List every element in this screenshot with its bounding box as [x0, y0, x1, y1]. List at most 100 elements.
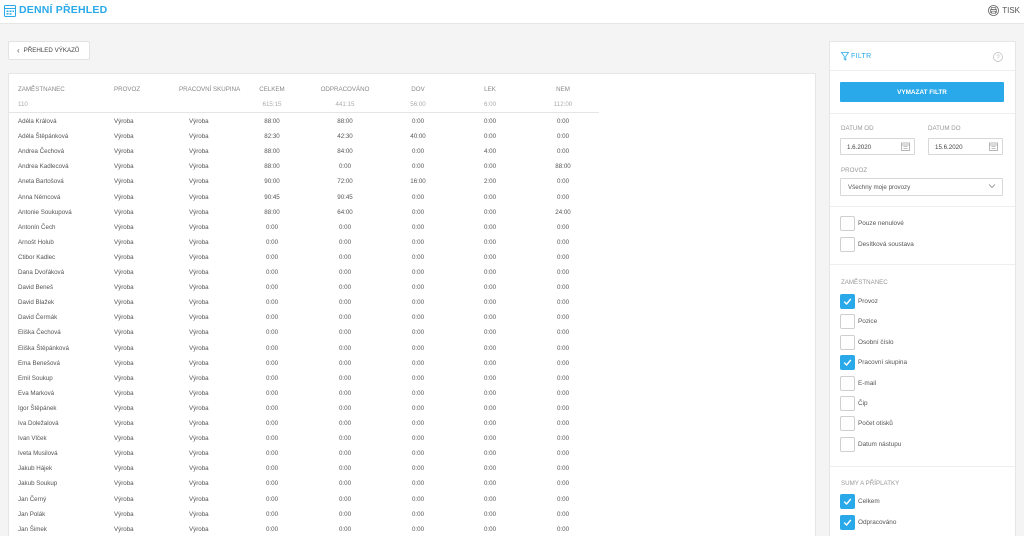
checkbox[interactable] [840, 416, 855, 432]
cell-work-group: Výroba [189, 253, 209, 261]
table-row[interactable]: Ema Benešová Výroba Výroba 0:00 0:00 0:00 0:00… [9, 356, 609, 371]
cell-lek: 0:00 [483, 133, 497, 141]
date-to-input[interactable]: 15.6.2020 [928, 138, 1003, 155]
cell-lek: 0:00 [483, 495, 497, 503]
print-button[interactable]: TISK [988, 3, 1020, 17]
checkbox-label[interactable]: Osobní číslo [858, 339, 894, 346]
table-row[interactable]: Adéla Štěpánková Výroba Výroba 82:30 42:30 40… [9, 129, 609, 144]
checkbox-label[interactable]: Čip [858, 400, 868, 407]
calendar-icon[interactable] [989, 142, 998, 151]
checkbox-label[interactable]: E-mail [858, 380, 876, 387]
table-row[interactable]: Igor Štěpánek Výroba Výroba 0:00 0:00 0:00 0:0… [9, 401, 609, 416]
cell-employee: David Blažek [18, 299, 55, 307]
table-row[interactable]: Eliška Čechová Výroba Výroba 0:00 0:00 0:00 0:… [9, 325, 609, 340]
checkbox[interactable] [840, 294, 855, 309]
checkbox[interactable] [840, 216, 855, 231]
cell-worked: 0:00 [338, 163, 352, 171]
help-icon[interactable]: ? [993, 52, 1003, 62]
checkbox-label[interactable]: Celkem [858, 498, 880, 505]
table-row[interactable]: Anna Němcová Výroba Výroba 90:45 90:45 0:00 0:… [9, 190, 609, 205]
cell-employee: Igor Štěpánek [18, 404, 57, 412]
checkbox-label[interactable]: Provoz [858, 298, 878, 305]
cell-dov: 0:00 [411, 435, 425, 443]
table-row[interactable]: David Beneš Výroba Výroba 0:00 0:00 0:00 0:00 0… [9, 280, 609, 295]
table-row[interactable]: Iveta Musilová Výroba Výroba 0:00 0:00 0:00 0:… [9, 446, 609, 461]
checkbox-label[interactable]: Odpracováno [858, 519, 896, 526]
checkbox-label[interactable]: Pouze nenulové [858, 220, 904, 227]
table-row[interactable]: Dana Dvořáková Výroba Výroba 0:00 0:00 0:00 0:… [9, 265, 609, 280]
table-row[interactable]: Eliška Štěpánková Výroba Výroba 0:00 0:00 0:0… [9, 341, 609, 356]
table-row[interactable]: Ivan Vlček Výroba Výroba 0:00 0:00 0:00 0:00 0:… [9, 431, 609, 446]
table-row[interactable]: Aneta Bartošová Výroba Výroba 90:00 72:00 16:… [9, 174, 609, 189]
date-to-label: DATUM DO [928, 125, 961, 132]
checkbox-label[interactable]: Pozice [858, 318, 877, 325]
cell-worked: 0:00 [338, 495, 352, 503]
cell-work-group: Výroba [189, 420, 209, 427]
column-header-lek[interactable]: LEK [472, 86, 508, 93]
cell-work-group: Výroba [189, 374, 209, 382]
checkbox[interactable] [840, 494, 855, 509]
cell-total: 0:00 [265, 253, 279, 261]
checkbox[interactable] [840, 355, 855, 371]
checkbox[interactable] [840, 334, 855, 350]
cell-lek: 0:00 [483, 450, 497, 458]
checkbox[interactable] [840, 514, 855, 530]
table-row[interactable]: Iva Doležalová Výroba Výroba 0:00 0:00 0:00 0:… [9, 416, 609, 431]
cell-lek: 0:00 [483, 193, 497, 201]
provoz-select[interactable]: Všechny moje provozy [840, 178, 1003, 196]
table-row[interactable]: Jan Šimek Výroba Výroba 0:00 0:00 0:00 0:00 0:0… [9, 522, 609, 536]
cell-employee: David Čermák [18, 314, 58, 322]
cell-worked: 0:00 [338, 223, 352, 231]
checkbox-label[interactable]: Pracovní skupina [858, 359, 907, 366]
checkbox-label[interactable]: Počet otisků [858, 420, 893, 427]
column-header-provoz[interactable]: PROVOZ [114, 86, 140, 93]
table-row[interactable]: Antonín Čech Výroba Výroba 0:00 0:00 0:00 0:00… [9, 220, 609, 235]
cell-employee: Jakub Hájek [18, 465, 53, 473]
cell-dov: 0:00 [411, 314, 425, 322]
table-row[interactable]: Andrea Kadlecová Výroba Výroba 88:00 0:00 0:0… [9, 159, 609, 174]
table-row[interactable]: Antonie Soukupová Výroba Výroba 88:00 64:00 0… [9, 205, 609, 220]
checkbox-label[interactable]: Datum nástupu [858, 441, 901, 448]
checkbox[interactable] [840, 236, 855, 252]
table-row[interactable]: Ctibor Kadlec Výroba Výroba 0:00 0:00 0:00 0:0… [9, 250, 609, 265]
column-header-dov[interactable]: DOV [400, 86, 436, 93]
clear-filter-button[interactable]: VYMAZAT FILTR [840, 82, 1004, 102]
cell-employee: David Beneš [18, 284, 54, 292]
provoz-label: PROVOZ [841, 167, 868, 174]
table-row[interactable]: Eva Marková Výroba Výroba 0:00 0:00 0:00 0:00 0… [9, 386, 609, 401]
calendar-icon[interactable] [901, 142, 910, 151]
table-row[interactable]: Adéla Králová Výroba Výroba 88:00 88:00 0:00 0… [9, 114, 609, 129]
table-row[interactable]: Jakub Hájek Výroba Výroba 0:00 0:00 0:00 0:00 0… [9, 461, 609, 476]
checkmark-icon [843, 498, 852, 506]
column-header-employee[interactable]: ZAMĚSTNANEC [18, 86, 65, 93]
cell-nem: 0:00 [556, 238, 570, 246]
date-from-input[interactable]: 1.6.2020 [840, 138, 915, 155]
cell-work-group: Výroba [189, 465, 209, 473]
table-row[interactable]: Jan Polák Výroba Výroba 0:00 0:00 0:00 0:00 0:0… [9, 507, 609, 522]
column-header-nem[interactable]: NEM [545, 86, 581, 93]
checkbox[interactable] [840, 396, 855, 411]
cell-worked: 0:00 [338, 389, 352, 397]
column-header-work-group[interactable]: PRACOVNÍ SKUPINA [179, 86, 240, 93]
column-header-total[interactable]: CELKEM [250, 86, 294, 93]
table-row[interactable]: Jan Černý Výroba Výroba 0:00 0:00 0:00 0:00 0:0… [9, 492, 609, 507]
table-row[interactable]: Jakub Soukup Výroba Výroba 0:00 0:00 0:00 0:00… [9, 476, 609, 491]
table-row[interactable]: David Blažek Výroba Výroba 0:00 0:00 0:00 0:00… [9, 295, 609, 310]
cell-nem: 0:00 [556, 450, 570, 458]
cell-employee: Anna Němcová [18, 193, 61, 201]
table-row[interactable]: David Čermák Výroba Výroba 0:00 0:00 0:00 0:00… [9, 310, 609, 325]
cell-provoz: Výroba [114, 344, 134, 352]
checkbox[interactable] [840, 436, 855, 452]
cell-work-group: Výroba [189, 525, 209, 533]
cell-total: 0:00 [265, 238, 279, 246]
checkbox[interactable] [840, 375, 855, 391]
table-row[interactable]: Andrea Čechová Výroba Výroba 88:00 84:00 0:00… [9, 144, 609, 159]
table-row[interactable]: Emil Soukup Výroba Výroba 0:00 0:00 0:00 0:00 0… [9, 371, 609, 386]
table-row[interactable]: Arnošt Holub Výroba Výroba 0:00 0:00 0:00 0:00… [9, 235, 609, 250]
cell-employee: Eliška Štěpánková [18, 344, 69, 352]
cell-total: 0:00 [265, 284, 279, 292]
column-header-worked[interactable]: ODPRACOVÁNO [314, 86, 376, 93]
checkbox[interactable] [840, 314, 855, 330]
back-to-reports-button[interactable]: ‹ PŘEHLED VÝKAZŮ [8, 41, 90, 60]
checkbox-label[interactable]: Desítková soustava [858, 241, 914, 248]
